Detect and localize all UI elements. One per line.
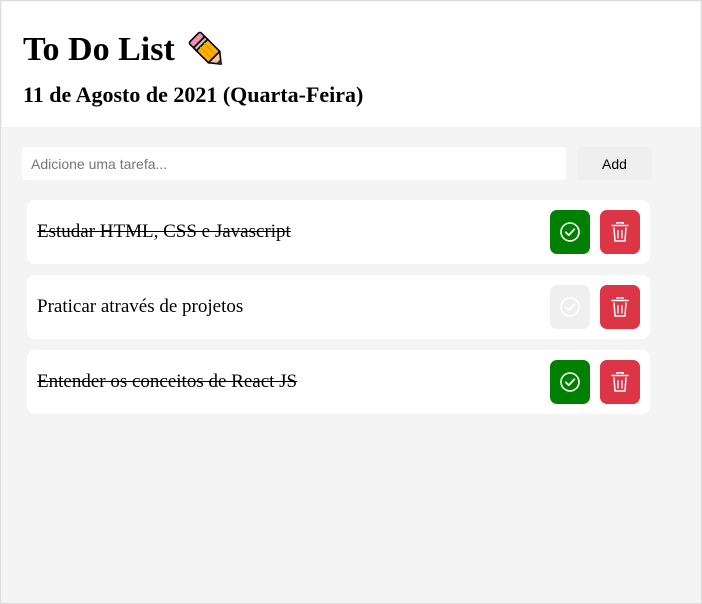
task-text: Entender os conceitos de React JS <box>37 371 298 392</box>
title-text: To Do List <box>23 31 175 68</box>
add-button[interactable]: Add <box>577 147 652 180</box>
task-item: Entender os conceitos de React JS <box>27 350 650 414</box>
delete-button[interactable] <box>600 360 640 404</box>
check-circle-icon <box>560 222 580 242</box>
date-subtitle: 11 de Agosto de 2021 (Quarta-Feira) <box>23 82 364 107</box>
complete-button[interactable] <box>550 360 590 404</box>
task-item: Praticar através de projetos <box>27 275 650 339</box>
task-text: Praticar através de projetos <box>37 296 244 317</box>
pencil-icon <box>185 28 229 72</box>
trash-icon <box>611 297 629 317</box>
task-item: Estudar HTML, CSS e Javascript <box>27 200 650 264</box>
page-title: To Do List <box>23 28 229 72</box>
todo-app: To Do List 11 de Agosto de 2021 (Quarta-… <box>0 0 702 604</box>
complete-button[interactable] <box>550 210 590 254</box>
trash-icon <box>611 372 629 392</box>
complete-button[interactable] <box>550 285 590 329</box>
task-input[interactable] <box>22 147 566 180</box>
delete-button[interactable] <box>600 285 640 329</box>
task-list: Estudar HTML, CSS e Javascript Praticar … <box>27 200 650 425</box>
trash-icon <box>611 222 629 242</box>
delete-button[interactable] <box>600 210 640 254</box>
check-circle-icon <box>560 372 580 392</box>
add-task-form: Add <box>22 147 652 180</box>
check-circle-icon <box>560 297 580 317</box>
task-text: Estudar HTML, CSS e Javascript <box>37 221 291 242</box>
header: To Do List 11 de Agosto de 2021 (Quarta-… <box>2 2 700 127</box>
